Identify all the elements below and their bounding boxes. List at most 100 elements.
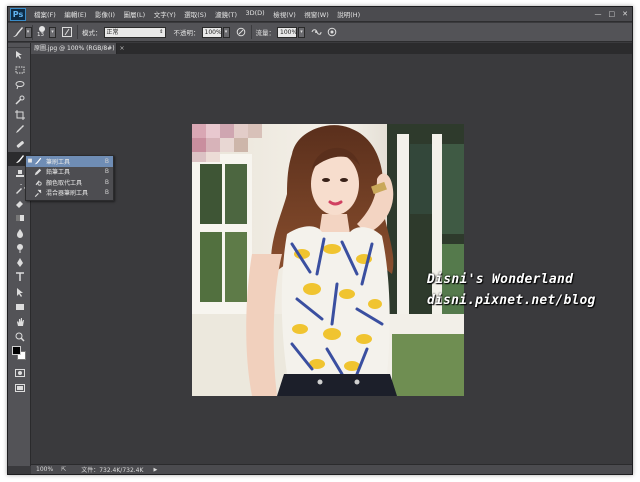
close-button[interactable]: ✕ xyxy=(622,10,628,18)
selected-bullet-icon: ■ xyxy=(27,158,33,165)
maximize-button[interactable]: □ xyxy=(609,10,616,18)
brush-size-dropdown[interactable]: ▾ xyxy=(49,26,56,38)
photo-content xyxy=(192,124,464,396)
tool-type[interactable] xyxy=(8,270,31,285)
tool-crop[interactable] xyxy=(8,107,31,122)
color-swatches[interactable] xyxy=(8,344,30,366)
flyout-item-color-replace[interactable]: 顏色取代工具 B xyxy=(26,177,113,188)
pressure-opacity-toggle[interactable] xyxy=(235,26,247,38)
stamp-icon xyxy=(15,169,24,177)
brush-icon xyxy=(12,27,23,37)
brush-tool-flyout: ■ 筆刷工具 B 鉛筆工具 B 顏色取代工具 B 混合器筆刷工具 B xyxy=(25,155,114,201)
type-icon xyxy=(15,272,24,282)
flyout-item-pencil[interactable]: 鉛筆工具 B xyxy=(26,167,113,178)
tool-quick-select[interactable] xyxy=(8,92,31,107)
tool-pen[interactable] xyxy=(8,255,31,270)
crop-icon xyxy=(14,109,25,120)
flyout-shortcut: B xyxy=(104,157,109,165)
mode-label: 模式： xyxy=(82,29,102,37)
pressure-opacity-icon xyxy=(236,27,245,37)
window-controls: — □ ✕ xyxy=(595,10,629,18)
menu-list: 檔案(F) 編輯(E) 影像(I) 圖層(L) 文字(Y) 選取(S) 濾鏡(T… xyxy=(34,9,369,19)
tool-zoom[interactable] xyxy=(8,329,31,344)
pressure-size-toggle[interactable] xyxy=(326,26,338,38)
tool-move[interactable] xyxy=(8,48,31,63)
export-icon[interactable]: ⇱ xyxy=(61,466,66,473)
menu-help[interactable]: 說明(H) xyxy=(337,9,360,19)
brush-panel-toggle[interactable] xyxy=(61,26,73,38)
flyout-shortcut: B xyxy=(104,168,109,176)
document-info: 文件：732.4K/732.4K xyxy=(81,467,144,474)
menu-view[interactable]: 檢視(V) xyxy=(273,9,296,19)
separator xyxy=(250,25,252,39)
document-tab-title: 原圖.jpg @ 100% (RGB/8#) xyxy=(34,45,115,52)
flow-label: 流量： xyxy=(255,29,276,37)
canvas-workspace[interactable] xyxy=(31,54,632,464)
hand-icon xyxy=(16,317,24,326)
zoom-level[interactable]: 100% xyxy=(36,466,53,473)
mode-select[interactable]: 正常 ⇕ xyxy=(103,26,166,38)
tools-panel xyxy=(8,43,31,466)
brush-icon xyxy=(34,158,42,165)
menu-select[interactable]: 選取(S) xyxy=(184,9,206,19)
menu-layer[interactable]: 圖層(L) xyxy=(124,9,146,19)
document-photo[interactable] xyxy=(192,124,464,396)
blog-watermark: Disni's Wonderland disni.pixnet.net/blog xyxy=(427,272,596,308)
tool-hand[interactable] xyxy=(8,314,31,329)
airbrush-toggle[interactable] xyxy=(310,26,322,38)
separator xyxy=(77,25,78,39)
eyedropper-icon xyxy=(15,125,24,134)
flyout-shortcut: B xyxy=(104,178,109,186)
watermark-line-1: Disni's Wonderland xyxy=(427,272,574,287)
flyout-item-mixer-brush[interactable]: 混合器筆刷工具 B xyxy=(26,188,113,199)
tool-lasso[interactable] xyxy=(8,78,31,93)
tool-blur[interactable] xyxy=(8,226,31,241)
zoom-icon xyxy=(15,332,25,342)
menu-3d[interactable]: 3D(D) xyxy=(246,9,265,19)
menu-edit[interactable]: 編輯(E) xyxy=(64,9,86,19)
opacity-slider-toggle[interactable]: ▾ xyxy=(222,26,230,38)
history-brush-icon xyxy=(15,183,25,194)
flyout-label: 鉛筆工具 xyxy=(46,169,71,177)
screen-mode-button[interactable] xyxy=(8,381,31,396)
status-menu-arrow-icon[interactable]: ▶ xyxy=(153,467,157,473)
photoshop-window: Ps 檔案(F) 編輯(E) 影像(I) 圖層(L) 文字(Y) 選取(S) 濾… xyxy=(7,6,633,475)
tool-preset-picker[interactable]: ▾ xyxy=(11,24,33,40)
chevron-down-icon: ▾ xyxy=(24,26,32,38)
eraser-icon xyxy=(15,201,23,209)
brush-panel-icon xyxy=(62,27,72,37)
quick-select-icon xyxy=(14,95,24,105)
tool-healing[interactable] xyxy=(8,137,31,152)
flyout-shortcut: B xyxy=(104,189,109,197)
screen-mode-icon xyxy=(14,384,25,393)
tool-eyedropper[interactable] xyxy=(8,122,31,137)
menu-window[interactable]: 視窗(W) xyxy=(304,9,329,19)
tool-path-select[interactable] xyxy=(8,285,31,300)
tool-marquee[interactable] xyxy=(8,63,31,78)
document-tab-row: 原圖.jpg @ 100% (RGB/8#) × xyxy=(31,43,632,54)
menu-image[interactable]: 影像(I) xyxy=(95,9,115,19)
brush-size-value: 13 xyxy=(37,31,44,38)
foreground-color-swatch[interactable] xyxy=(12,345,21,355)
flyout-item-brush[interactable]: ■ 筆刷工具 B xyxy=(26,156,113,167)
quick-mask-button[interactable] xyxy=(8,366,31,381)
minimize-button[interactable]: — xyxy=(595,10,602,18)
tool-gradient[interactable] xyxy=(8,211,31,226)
brush-size-picker[interactable]: 13 xyxy=(37,25,47,39)
pencil-icon xyxy=(34,168,42,175)
opacity-input[interactable]: 100% xyxy=(201,26,222,38)
move-icon xyxy=(15,51,22,60)
close-tab-icon[interactable]: × xyxy=(119,45,124,52)
tool-shape[interactable] xyxy=(8,300,31,315)
menu-type[interactable]: 文字(Y) xyxy=(154,9,176,19)
document-tab[interactable]: 原圖.jpg @ 100% (RGB/8#) × xyxy=(31,43,125,54)
flow-slider-toggle[interactable]: ▾ xyxy=(298,26,305,38)
tool-dodge[interactable] xyxy=(8,240,31,255)
updown-icon: ⇕ xyxy=(159,28,164,35)
opacity-label: 不透明： xyxy=(173,29,200,37)
healing-icon xyxy=(16,141,24,148)
status-bar: 100% ⇱ 文件：732.4K/732.4K ▶ xyxy=(31,464,632,474)
flow-input[interactable]: 100% xyxy=(277,26,297,38)
menu-file[interactable]: 檔案(F) xyxy=(34,9,56,19)
menu-filter[interactable]: 濾鏡(T) xyxy=(215,9,237,19)
